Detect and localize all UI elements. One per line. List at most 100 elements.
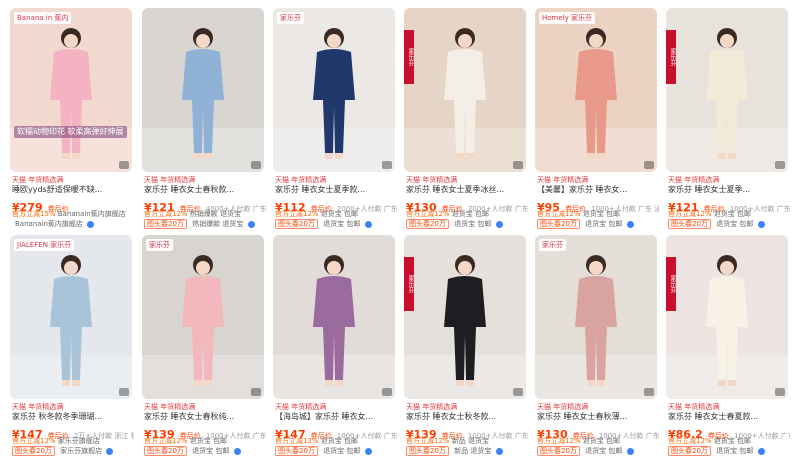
coupon-row: 图头春20万 退货宝 包邮 bbox=[668, 446, 790, 456]
discount-label: 官方立减15% bbox=[12, 210, 56, 218]
wangwang-icon[interactable] bbox=[364, 447, 372, 455]
product-title[interactable]: 家乐芬 睡衣女士夏季冰丝... bbox=[406, 184, 528, 195]
coupon-row: 图头春20万 退货宝 包邮 bbox=[275, 219, 397, 229]
coupon-badge: 图头春20万 bbox=[275, 219, 318, 229]
wangwang-icon[interactable] bbox=[626, 447, 634, 455]
similar-icon[interactable] bbox=[513, 161, 523, 169]
product-title[interactable]: 家乐芬 睡衣女士春秋薄... bbox=[537, 411, 659, 422]
store-name: 退货宝 包邮 bbox=[323, 447, 361, 455]
product-image[interactable]: 家乐芬 bbox=[404, 8, 526, 172]
similar-icon[interactable] bbox=[251, 161, 261, 169]
product-image[interactable]: 家乐芬 bbox=[273, 8, 395, 172]
product-photo-illustration bbox=[535, 235, 657, 399]
store-name: 退货宝 包邮 bbox=[585, 220, 623, 228]
coupon-row: 图头春20万 退货宝 包邮 bbox=[144, 446, 266, 456]
product-card[interactable]: Banana in 蕉内 软糯动物印花 软柔高弹好伸展 天猫 年货精选满 睡欧yy… bbox=[10, 8, 132, 228]
similar-icon[interactable] bbox=[775, 388, 785, 396]
discount-label: 官方立减12% bbox=[275, 210, 319, 218]
product-title[interactable]: 【美馨】家乐芬 睡衣女... bbox=[537, 184, 659, 195]
product-photo-illustration bbox=[273, 235, 395, 399]
product-title[interactable]: 家乐芬 睡衣女士春夏款... bbox=[668, 411, 790, 422]
product-title[interactable]: 家乐芬 睡衣女士春秋纯... bbox=[144, 411, 266, 422]
coupon-badge: 图头春20万 bbox=[144, 219, 187, 229]
product-title[interactable]: 【海岛城】家乐芬 睡衣女... bbox=[275, 411, 397, 422]
discount-label: 官方立减12% bbox=[144, 437, 188, 445]
wangwang-icon[interactable] bbox=[757, 447, 765, 455]
shipping-row: 官方立减12% 退货宝 包邮 bbox=[537, 436, 659, 446]
discount-label: 官方立减12% bbox=[668, 437, 712, 445]
product-image[interactable] bbox=[142, 8, 264, 172]
product-card[interactable]: 家乐芬 天猫 年货精选满 家乐芬 睡衣女士夏季款... ¥112 券后价 200… bbox=[273, 8, 397, 229]
store-extra: 退货宝 包邮 bbox=[451, 210, 490, 218]
product-image[interactable]: JIALEFEN 家乐芬 bbox=[10, 235, 132, 399]
product-card[interactable]: Homely 家乐芬 天猫 年货精选满 【美馨】家乐芬 睡衣女... ¥95 券… bbox=[535, 8, 659, 229]
product-image[interactable]: Banana in 蕉内 软糯动物印花 软柔高弹好伸展 bbox=[10, 8, 132, 172]
product-card[interactable]: 家乐芬 天猫 年货精选满 家乐芬 睡衣女士春夏款... ¥86.2 券后价 10… bbox=[666, 235, 790, 456]
product-title[interactable]: 家乐芬 睡衣女士夏季款... bbox=[275, 184, 397, 195]
coupon-badge: 图头春20万 bbox=[537, 219, 580, 229]
similar-icon[interactable] bbox=[644, 388, 654, 396]
product-photo-illustration bbox=[142, 8, 264, 172]
product-image[interactable]: 家乐芬 bbox=[666, 235, 788, 399]
product-image[interactable]: Homely 家乐芬 bbox=[535, 8, 657, 172]
wangwang-icon[interactable] bbox=[364, 220, 372, 228]
store-extra: 退货宝 包邮 bbox=[582, 210, 621, 218]
wangwang-icon[interactable] bbox=[495, 447, 503, 455]
product-photo-illustration bbox=[10, 8, 132, 172]
product-image[interactable]: 家乐芬 bbox=[535, 235, 657, 399]
coupon-row: Bananain蕉内旗舰店 bbox=[12, 219, 134, 229]
product-card[interactable]: JIALEFEN 家乐芬 天猫 年货精选满 家乐芬 秋冬款冬季珊瑚... ¥14… bbox=[10, 235, 134, 456]
product-image[interactable]: 家乐芬 bbox=[142, 235, 264, 399]
similar-icon[interactable] bbox=[382, 161, 392, 169]
product-card[interactable]: 家乐芬 天猫 年货精选满 家乐芬 睡衣女士春秋薄... ¥130 券后价 100… bbox=[535, 235, 659, 456]
product-title[interactable]: 家乐芬 睡衣女士春秋款... bbox=[144, 184, 266, 195]
product-title-text: 睡欧yyds舒适保暖不缺... bbox=[12, 185, 103, 194]
wangwang-icon[interactable] bbox=[233, 447, 241, 455]
discount-label: 官方立减12% bbox=[406, 437, 450, 445]
product-title[interactable]: 家乐芬 睡衣女士秋冬款... bbox=[406, 411, 528, 422]
product-image[interactable] bbox=[273, 235, 395, 399]
product-image[interactable]: 家乐芬 bbox=[666, 8, 788, 172]
brand-tag: Banana in 蕉内 bbox=[14, 12, 72, 24]
similar-icon[interactable] bbox=[251, 388, 261, 396]
store-name: 退货宝 包邮 bbox=[716, 447, 754, 455]
shipping-row: 官方立减12% 退货宝 包邮 bbox=[406, 209, 528, 219]
coupon-badge: 图头春20万 bbox=[537, 446, 580, 456]
product-card[interactable]: 家乐芬 天猫 年货精选满 家乐芬 睡衣女士夏季... ¥121 券后价 1000… bbox=[666, 8, 790, 229]
store-name: 退货宝 包邮 bbox=[454, 220, 492, 228]
coupon-row: 图头春20万 退货宝 包邮 bbox=[537, 446, 659, 456]
similar-icon[interactable] bbox=[513, 388, 523, 396]
similar-icon[interactable] bbox=[644, 161, 654, 169]
wangwang-icon[interactable] bbox=[757, 220, 765, 228]
wangwang-icon[interactable] bbox=[495, 220, 503, 228]
wangwang-icon[interactable] bbox=[626, 220, 634, 228]
product-image[interactable]: 家乐芬 bbox=[404, 235, 526, 399]
product-grid: Banana in 蕉内 软糯动物印花 软柔高弹好伸展 天猫 年货精选满 睡欧yy… bbox=[0, 0, 800, 460]
product-title[interactable]: 家乐芬 睡衣女士夏季... bbox=[668, 184, 790, 195]
product-card[interactable]: 家乐芬 天猫 年货精选满 家乐芬 睡衣女士夏季冰丝... ¥130 券后价 20… bbox=[404, 8, 528, 229]
wangwang-icon[interactable] bbox=[106, 447, 114, 455]
product-title[interactable]: 家乐芬 秋冬款冬季珊瑚... bbox=[12, 411, 134, 422]
brand-strip: 家乐芬 bbox=[404, 257, 414, 311]
similar-icon[interactable] bbox=[382, 388, 392, 396]
shipping-row: 官方立减12% 退货宝 包邮 bbox=[668, 436, 790, 446]
product-photo-illustration bbox=[404, 235, 526, 399]
store-name: Bananain蕉内旗舰店 bbox=[15, 220, 83, 228]
similar-icon[interactable] bbox=[119, 388, 129, 396]
wangwang-icon[interactable] bbox=[247, 220, 255, 228]
store-extra: 退货宝 包邮 bbox=[713, 437, 752, 445]
wangwang-icon[interactable] bbox=[87, 220, 95, 228]
product-title[interactable]: 睡欧yyds舒适保暖不缺... bbox=[12, 184, 134, 195]
coupon-row: 图头春20万 退货宝 包邮 bbox=[537, 219, 659, 229]
coupon-row: 图头春20万 退货宝 包邮 bbox=[668, 219, 790, 229]
similar-icon[interactable] bbox=[775, 161, 785, 169]
product-card[interactable]: 天猫 年货精选满 家乐芬 睡衣女士春秋款... ¥121 券后价 4000+人付… bbox=[142, 8, 266, 229]
product-card[interactable]: 天猫 年货精选满 【海岛城】家乐芬 睡衣女... ¥147 券后价 1000+人… bbox=[273, 235, 397, 456]
discount-label: 官方立减12% bbox=[537, 437, 581, 445]
product-card[interactable]: 家乐芬 天猫 年货精选满 家乐芬 睡衣女士春秋纯... ¥139 券后价 100… bbox=[142, 235, 266, 456]
discount-label: 官方立减12% bbox=[668, 210, 712, 218]
product-photo-illustration bbox=[273, 8, 395, 172]
store-extra: 家乐芬旗舰店 bbox=[57, 437, 100, 445]
similar-icon[interactable] bbox=[119, 161, 129, 169]
product-card[interactable]: 家乐芬 天猫 年货精选满 家乐芬 睡衣女士秋冬款... ¥139 券后价 100… bbox=[404, 235, 528, 456]
